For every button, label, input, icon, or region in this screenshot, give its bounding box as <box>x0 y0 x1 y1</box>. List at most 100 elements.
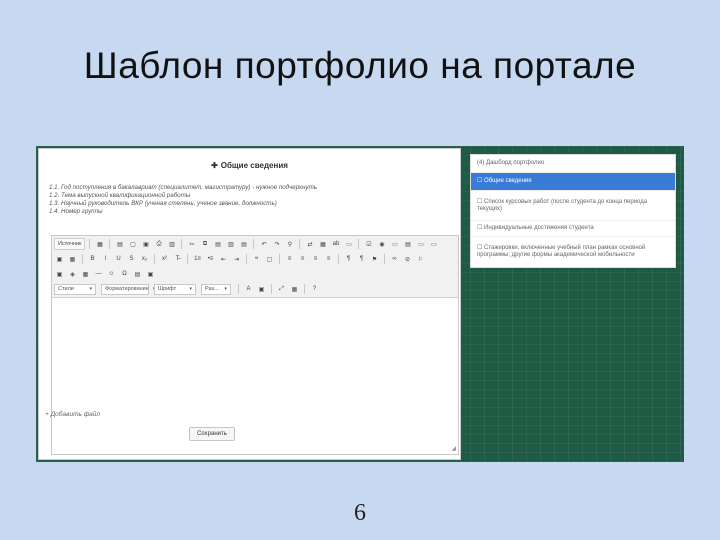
help-icon[interactable]: ? <box>309 284 320 294</box>
table-icon[interactable]: ▦ <box>80 269 91 279</box>
align-right-icon[interactable]: ≡ <box>310 254 321 264</box>
textarea-icon[interactable]: ▤ <box>402 239 413 249</box>
font-select[interactable]: Шрифт ▾ <box>154 283 196 295</box>
rtl-icon[interactable]: ¶ <box>356 254 367 264</box>
style-select[interactable]: Стили ▾ <box>54 283 96 295</box>
new-page-icon[interactable]: ▢ <box>127 239 138 249</box>
subscript-icon[interactable]: x₂ <box>139 254 150 264</box>
image-icon[interactable]: ▣ <box>54 269 65 279</box>
select-all-icon[interactable]: ▦ <box>317 239 328 249</box>
toolbar-separator <box>253 239 255 249</box>
outdent-icon[interactable]: ⇤ <box>218 254 229 264</box>
form-icon[interactable]: ▭ <box>343 239 354 249</box>
copy-icon[interactable]: ⧉ <box>199 239 210 249</box>
print-icon[interactable]: ⎙ <box>153 239 164 249</box>
preview-icon[interactable]: ▣ <box>140 239 151 249</box>
portal-screenshot: ✚ Общие сведения 1.1. Год поступления в б… <box>36 146 684 462</box>
spellcheck-icon[interactable]: ab <box>330 239 341 249</box>
paste-word-icon[interactable]: ▤ <box>238 239 249 249</box>
underline-icon[interactable]: U <box>113 254 124 264</box>
flash-icon[interactable]: ◈ <box>67 269 78 279</box>
sidebar-item-coursework[interactable]: ☐ Список курсовых работ (после студента … <box>471 191 675 221</box>
replace-icon[interactable]: ⇄ <box>304 239 315 249</box>
radio-icon[interactable]: ◉ <box>376 239 387 249</box>
superscript-icon[interactable]: x² <box>159 254 170 264</box>
hr-icon[interactable]: ― <box>93 269 104 279</box>
cut-icon[interactable]: ✂ <box>186 239 197 249</box>
source-button[interactable]: Источник <box>54 238 86 250</box>
add-file-link[interactable]: + Добавить файл <box>45 411 100 418</box>
checkbox-icon[interactable]: ☑ <box>363 239 374 249</box>
select-field-icon[interactable]: ▭ <box>415 239 426 249</box>
chevron-down-icon: ▾ <box>224 286 227 292</box>
toolbar-separator <box>89 239 91 249</box>
smiley-icon[interactable]: ☺ <box>106 269 117 279</box>
remove-format-icon[interactable]: T̶ <box>172 254 183 264</box>
textfield-icon[interactable]: ▭ <box>389 239 400 249</box>
editor-content-area[interactable]: ◢ <box>52 298 458 452</box>
paste-text-icon[interactable]: ▥ <box>225 239 236 249</box>
italic-icon[interactable]: I <box>100 254 111 264</box>
sidebar-item-internships[interactable]: ☐ Стажировки, включенные учебный план ра… <box>471 237 675 267</box>
toolbar-separator <box>187 254 188 264</box>
instruction-line: 1.1. Год поступления в бакалавриат (спец… <box>49 184 317 191</box>
toolbar-row-4: Стили ▾ Форматирование▾ Шрифт ▾ Раз... ▾ A▣… <box>54 282 456 296</box>
bold-icon[interactable]: B <box>87 254 98 264</box>
redo-icon[interactable]: ↷ <box>271 239 282 249</box>
portfolio-form-panel: ✚ Общие сведения 1.1. Год поступления в б… <box>38 148 461 460</box>
instruction-line: 1.4. Номер группы <box>49 208 103 215</box>
div-icon[interactable]: ▢ <box>264 254 275 264</box>
toolbar-separator <box>154 254 155 264</box>
page-number: 6 <box>354 500 366 526</box>
source-icon[interactable]: ▦ <box>94 239 105 249</box>
align-center-icon[interactable]: ≡ <box>297 254 308 264</box>
undo-icon[interactable]: ↶ <box>258 239 269 249</box>
unlink-icon[interactable]: ⊘ <box>402 254 413 264</box>
link-icon[interactable]: ∞ <box>389 254 400 264</box>
sidebar-item-dashboard[interactable]: (4) Дашборд портфолио <box>471 155 675 173</box>
resize-handle[interactable]: ◢ <box>451 445 456 452</box>
paste-icon[interactable]: ▤ <box>212 239 223 249</box>
templates-icon[interactable]: ▥ <box>166 239 177 249</box>
numbered-list-icon[interactable]: 1≡ <box>192 254 203 264</box>
ltr-icon[interactable]: ¶ <box>343 254 354 264</box>
language-icon[interactable]: ⚑ <box>369 254 380 264</box>
image-button-icon[interactable]: ▣ <box>54 254 65 264</box>
format-select[interactable]: Форматирование▾ <box>101 283 155 295</box>
anchor-icon[interactable]: ⚐ <box>415 254 426 264</box>
sidebar-item-achievements[interactable]: ☐ Индивидуальные достижения студента <box>471 221 675 237</box>
blockquote-icon[interactable]: ❝ <box>251 254 262 264</box>
strike-icon[interactable]: S <box>126 254 137 264</box>
sidebar-item-general-info[interactable]: ☐ Общие сведения <box>471 173 675 191</box>
toolbar-separator <box>82 254 83 264</box>
maximize-icon[interactable]: ⤢ <box>276 284 287 294</box>
slide-title: Шаблон портфолио на портале <box>83 45 637 86</box>
font-select-value: Шрифт <box>158 286 177 292</box>
instruction-line: 1.2. Тема выпускной квалификационной раб… <box>49 192 191 199</box>
toolbar-separator <box>238 284 239 294</box>
bg-color-icon[interactable]: ▣ <box>256 284 267 294</box>
toolbar-separator <box>304 284 305 294</box>
format-select-value: Форматирование <box>105 286 149 292</box>
indent-icon[interactable]: ⇥ <box>231 254 242 264</box>
text-color-icon[interactable]: A <box>243 284 254 294</box>
toolbar-separator <box>279 254 280 264</box>
button-icon[interactable]: ▭ <box>428 239 439 249</box>
iframe-icon[interactable]: ▣ <box>145 269 156 279</box>
form-header[interactable]: ✚ Общие сведения <box>39 161 460 170</box>
save-button[interactable]: Сохранить <box>189 427 235 441</box>
show-blocks-icon[interactable]: ▦ <box>289 284 300 294</box>
toolbar-separator <box>299 239 301 249</box>
align-left-icon[interactable]: ≡ <box>284 254 295 264</box>
toolbar-separator <box>181 239 183 249</box>
page-break-icon[interactable]: ▤ <box>132 269 143 279</box>
toolbar-row-3: ▣ ◈ ▦ ― ☺ Ω ▤ ▣ <box>54 267 456 281</box>
hidden-field-icon[interactable]: ▦ <box>67 254 78 264</box>
save-icon[interactable]: ▤ <box>114 239 125 249</box>
rich-text-editor: Источник ▦ ▤ ▢ ▣ ⎙ ▥ ✂ ⧉ ▤ ▥ ▤ ↶ ↷ ⚲ ⇄ ▦ ab ▭ ☑ ◉ ▭ ▤ ▭ ▭ ▣ ▦ B I U… <box>51 235 459 455</box>
size-select[interactable]: Раз... ▾ <box>201 283 231 295</box>
find-icon[interactable]: ⚲ <box>284 239 295 249</box>
bulleted-list-icon[interactable]: •≡ <box>205 254 216 264</box>
justify-icon[interactable]: ≡ <box>323 254 334 264</box>
special-char-icon[interactable]: Ω <box>119 269 130 279</box>
